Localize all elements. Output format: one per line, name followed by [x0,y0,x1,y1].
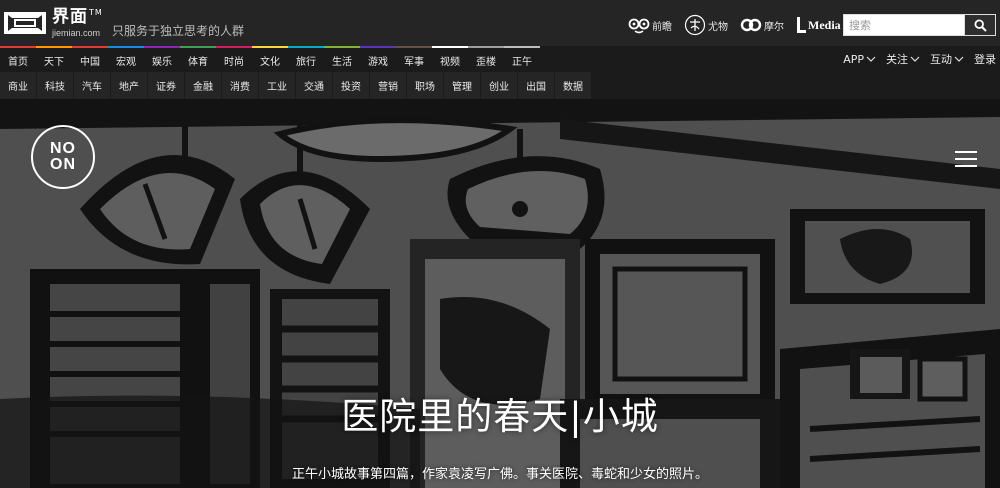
hero-banner[interactable]: NO ON 医院里的春天|小城 正午小城故事第四篇，作家袁凌写广佛。事关医院、毒… [0,99,1000,488]
login-link[interactable]: 登录 [974,51,996,67]
nav-item[interactable]: 中国 [72,46,108,72]
nav-item[interactable]: 文化 [252,46,288,72]
logo-title: 界面 [52,6,88,27]
subnav-item[interactable]: 工业 [259,72,295,99]
partner-youwu[interactable]: 尤物 [684,14,728,36]
infinity-icon [740,18,762,32]
partner-links: 前瞻 尤物 摩尔 Media [628,14,853,36]
subnav-item[interactable]: 投资 [333,72,369,99]
noon-badge[interactable]: NO ON [31,125,95,189]
nav-item[interactable]: 游戏 [360,46,396,72]
nav-item[interactable]: 首页 [0,46,36,72]
nav-item[interactable]: 视频 [432,46,468,72]
app-menu[interactable]: APP [843,53,876,66]
site-slogan: 只服务于独立思考的人群 [112,24,245,38]
nav-item[interactable]: 体育 [180,46,216,72]
follow-menu-label: 关注 [886,53,908,66]
nav-item[interactable]: 娱乐 [144,46,180,72]
primary-nav: 首页 天下 中国 宏观 娱乐 体育 时尚 文化 旅行 生活 游戏 军事 视频 歪楼 正午 APP 关注 互动… [0,46,1000,72]
site-header: 界面TM jiemian.com 只服务于独立思考的人群 前瞻 尤物 摩尔 Me… [0,0,1000,46]
nav-item[interactable]: 旅行 [288,46,324,72]
chevron-down-icon [910,56,920,62]
subnav-item[interactable]: 数据 [555,72,591,99]
hamburger-menu-icon[interactable] [955,151,977,169]
partner-label: 前瞻 [652,21,672,33]
logo-mark-icon [4,12,46,34]
search-button[interactable] [965,14,996,36]
partner-moer[interactable]: 摩尔 [740,14,784,36]
logo-url: jiemian.com [52,27,101,38]
search-icon [973,18,987,32]
partner-label: Media [808,17,841,32]
subnav-item[interactable]: 汽车 [74,72,110,99]
interact-menu[interactable]: 互动 [930,51,964,67]
secondary-nav: 商业 科技 汽车 地产 证券 金融 消费 工业 交通 投资 营销 职场 管理 创业 出国 数据 [0,72,1000,99]
nav-item[interactable]: 天下 [36,46,72,72]
nav-item[interactable]: 歪楼 [468,46,504,72]
subnav-item[interactable]: 职场 [407,72,443,99]
article-subtitle: 正午小城故事第四篇，作家袁凌写广佛。事关医院、毒蛇和少女的照片。 [291,467,708,482]
subnav-item[interactable]: 创业 [481,72,517,99]
youwu-seal-icon [684,14,706,36]
partner-label: 摩尔 [764,21,784,33]
nav-item[interactable]: 时尚 [216,46,252,72]
trademark-mark: TM [89,7,103,17]
user-menu: APP 关注 互动 登录 [833,46,996,72]
article-title[interactable]: 医院里的春天|小城 [0,386,1000,440]
subnav-item[interactable]: 地产 [111,72,147,99]
glasses-icon [628,18,650,34]
site-logo[interactable]: 界面TM jiemian.com [0,6,103,40]
badge-bottom-text: ON [50,156,76,173]
subnav-item[interactable]: 出国 [518,72,554,99]
nav-item[interactable]: 军事 [396,46,432,72]
subnav-item[interactable]: 消费 [222,72,258,99]
interact-menu-label: 互动 [930,53,952,66]
subnav-item[interactable]: 科技 [37,72,73,99]
nav-item[interactable]: 正午 [504,46,540,72]
follow-menu[interactable]: 关注 [886,51,920,67]
subnav-item[interactable]: 证券 [148,72,184,99]
badge-top-text: NO [50,140,76,157]
media-logo-icon [797,17,806,33]
chevron-down-icon [866,56,876,62]
partner-qianzhan[interactable]: 前瞻 [628,14,672,36]
search-input[interactable] [843,14,965,36]
app-menu-label: APP [843,52,864,66]
nav-item[interactable]: 生活 [324,46,360,72]
subnav-item[interactable]: 交通 [296,72,332,99]
subnav-item[interactable]: 商业 [0,72,36,99]
subnav-item[interactable]: 金融 [185,72,221,99]
nav-item[interactable]: 宏观 [108,46,144,72]
chevron-down-icon [954,56,964,62]
partner-label: 尤物 [708,21,728,33]
search-box [843,14,996,36]
partner-media[interactable]: Media [796,14,841,36]
subnav-item[interactable]: 营销 [370,72,406,99]
subnav-item[interactable]: 管理 [444,72,480,99]
